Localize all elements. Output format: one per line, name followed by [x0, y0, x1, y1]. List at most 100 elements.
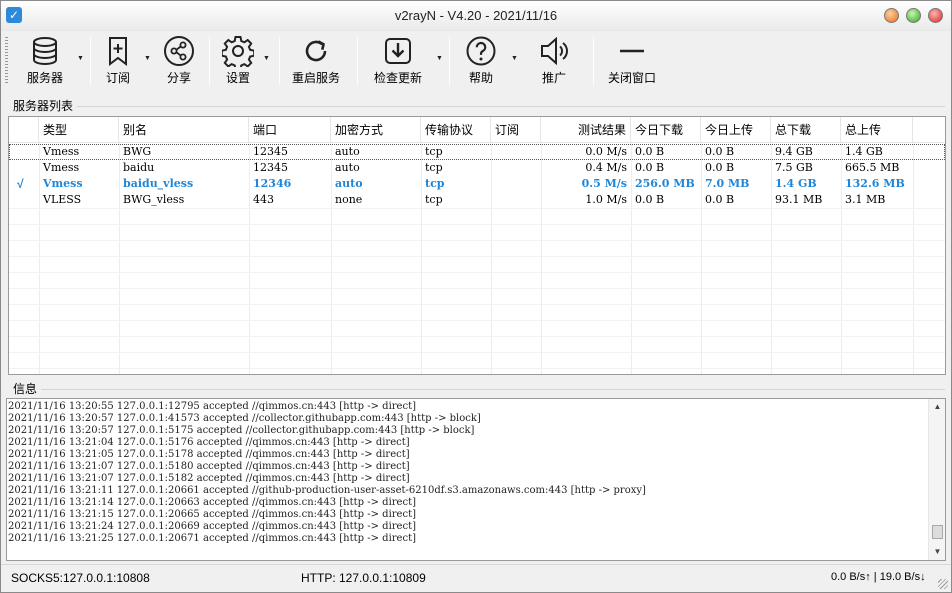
column-header-total-up[interactable]: 总上传	[841, 117, 913, 143]
cell-network: tcp	[425, 161, 443, 174]
cell-alias: baidu_vless	[123, 177, 194, 190]
toolbar-separator	[357, 37, 358, 85]
promotion-button[interactable]: 推广	[537, 35, 571, 89]
row-grid-line	[9, 288, 945, 289]
settings-dropdown-icon[interactable]: ▼	[263, 55, 270, 62]
help-icon	[466, 36, 496, 66]
minus-icon	[620, 49, 644, 53]
cell-test: 0.0 M/s	[585, 145, 627, 158]
server-list[interactable]: 类型 别名 端口 加密方式 传输协议 订阅 测试结果 今日下载 今日上传 总下载…	[8, 116, 946, 375]
cell-port: 443	[253, 193, 274, 206]
log-line: 2021/11/16 13:21:07 127.0.0.1:5182 accep…	[8, 473, 410, 484]
column-header-port[interactable]: 端口	[249, 117, 331, 143]
log-line: 2021/11/16 13:20:57 127.0.0.1:41573 acce…	[8, 413, 481, 424]
servers-button[interactable]: 服务器	[21, 35, 69, 89]
info-log[interactable]: 2021/11/16 13:20:55 127.0.0.1:12795 acce…	[6, 398, 946, 561]
cell-total-up: 132.6 MB	[845, 177, 905, 190]
help-button[interactable]: 帮助	[464, 35, 498, 89]
http-value: 127.0.0.1:10809	[339, 571, 426, 585]
title-bar[interactable]: ✓ v2rayN - V4.20 - 2021/11/16	[1, 1, 951, 31]
toolbar-separator	[449, 37, 450, 85]
column-header-network[interactable]: 传输协议	[421, 117, 491, 143]
subscribe-button[interactable]: 订阅	[101, 35, 135, 89]
toolbar-grip[interactable]	[5, 37, 8, 85]
cell-total-down: 93.1 MB	[775, 193, 823, 206]
cell-type: Vmess	[43, 145, 80, 158]
gear-icon	[222, 36, 254, 67]
toolbar: 服务器 ▼ 订阅 ▼ 分享 设置 ▼ 重启服务 检查更新 ▼ 帮助 ▼ 推广 关…	[1, 31, 951, 93]
cell-network: tcp	[425, 177, 445, 190]
promotion-label: 推广	[541, 71, 566, 85]
servers-dropdown-icon[interactable]: ▼	[77, 55, 84, 62]
check-update-button[interactable]: 检查更新	[371, 35, 425, 89]
window-title: v2rayN - V4.20 - 2021/11/16	[394, 8, 558, 23]
row-grid-line	[9, 336, 945, 337]
cell-security: auto	[335, 145, 360, 158]
cell-today-down: 256.0 MB	[635, 177, 695, 190]
check-update-dropdown-icon[interactable]: ▼	[436, 55, 443, 62]
cell-alias: baidu	[123, 161, 155, 174]
column-header-subscription[interactable]: 订阅	[491, 117, 541, 143]
cell-type: Vmess	[43, 177, 83, 190]
scroll-down-icon[interactable]: ▼	[929, 544, 945, 560]
share-button[interactable]: 分享	[161, 35, 197, 89]
scroll-up-icon[interactable]: ▲	[929, 399, 945, 415]
subscribe-label: 订阅	[105, 71, 130, 85]
log-line: 2021/11/16 13:21:05 127.0.0.1:5178 accep…	[8, 449, 410, 460]
speaker-icon	[541, 36, 568, 66]
cell-network: tcp	[425, 193, 443, 206]
resize-grip[interactable]	[938, 579, 948, 589]
cell-today-down: 0.0 B	[635, 145, 665, 158]
restart-service-button[interactable]: 重启服务	[289, 35, 343, 89]
check-update-label: 检查更新	[373, 71, 422, 85]
settings-button[interactable]: 设置	[219, 35, 257, 89]
share-icon	[164, 36, 194, 66]
cell-port: 12346	[253, 177, 292, 190]
minimize-button[interactable]	[884, 8, 899, 23]
status-bar: SOCKS5: 127.0.0.1:10808 HTTP: 127.0.0.1:…	[1, 564, 951, 592]
servers-label: 服务器	[26, 71, 63, 85]
socks-value: 127.0.0.1:10808	[63, 571, 150, 585]
help-dropdown-icon[interactable]: ▼	[511, 55, 518, 62]
column-header-alias[interactable]: 别名	[119, 117, 249, 143]
cell-today-up: 0.0 B	[705, 161, 735, 174]
subscribe-dropdown-icon[interactable]: ▼	[144, 55, 151, 62]
cell-alias: BWG_vless	[123, 193, 185, 206]
bookmark-add-icon	[109, 37, 127, 66]
column-header-type[interactable]: 类型	[39, 117, 119, 143]
column-header-test-result[interactable]: 测试结果	[541, 117, 631, 143]
cell-total-down: 1.4 GB	[775, 177, 817, 190]
share-label: 分享	[166, 71, 191, 85]
column-header-check[interactable]	[9, 117, 39, 143]
cell-today-up: 0.0 B	[705, 193, 735, 206]
cell-type: Vmess	[43, 161, 80, 174]
log-scrollbar[interactable]: ▲ ▼	[928, 399, 945, 560]
close-button[interactable]	[928, 8, 943, 23]
cell-test: 1.0 M/s	[585, 193, 627, 206]
column-header-security[interactable]: 加密方式	[331, 117, 421, 143]
cell-total-up: 665.5 MB	[845, 161, 900, 174]
table-row[interactable]: Vmess baidu 12345 auto tcp 0.4 M/s 0.0 B 0.0 B 7…	[9, 160, 945, 176]
cell-security: none	[335, 193, 363, 206]
log-line: 2021/11/16 13:20:55 127.0.0.1:12795 acce…	[8, 401, 416, 412]
column-header-today-down[interactable]: 今日下载	[631, 117, 701, 143]
close-window-button[interactable]: 关闭窗口	[605, 35, 659, 89]
toolbar-separator	[593, 37, 594, 85]
table-row[interactable]: VLESS BWG_vless 443 none tcp 1.0 M/s 0.0 B 0.0 …	[9, 192, 945, 208]
group-divider	[41, 389, 945, 390]
scroll-thumb[interactable]	[932, 525, 943, 539]
cell-today-up: 7.0 MB	[705, 177, 750, 190]
cell-today-down: 0.0 B	[635, 161, 665, 174]
active-server-check-icon: √	[17, 177, 24, 191]
maximize-button[interactable]	[906, 8, 921, 23]
table-row[interactable]: Vmess BWG 12345 auto tcp 0.0 M/s 0.0 B 0.0 B 9.4…	[9, 144, 945, 160]
cell-total-up: 1.4 GB	[845, 145, 883, 158]
column-header-total-down[interactable]: 总下载	[771, 117, 841, 143]
row-grid-line	[9, 256, 945, 257]
main-window: ✓ v2rayN - V4.20 - 2021/11/16 服务器 ▼ 订阅 ▼	[0, 0, 952, 593]
table-row[interactable]: √ Vmess baidu_vless 12346 auto tcp 0.5 M/s 256.…	[9, 176, 945, 192]
log-line: 2021/11/16 13:21:11 127.0.0.1:20661 acce…	[8, 485, 646, 496]
cell-total-up: 3.1 MB	[845, 193, 886, 206]
column-header-today-up[interactable]: 今日上传	[701, 117, 771, 143]
row-grid-line	[9, 304, 945, 305]
